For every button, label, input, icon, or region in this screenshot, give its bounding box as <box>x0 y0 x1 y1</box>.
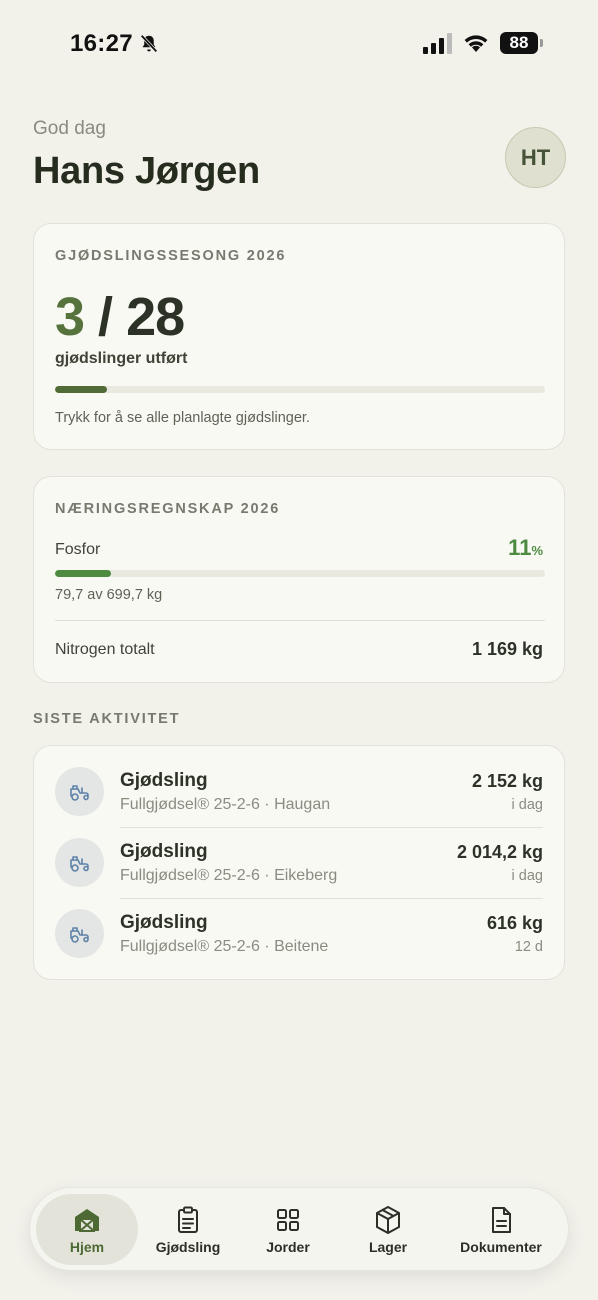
grid-icon <box>277 1209 299 1231</box>
nav-label: Dokumenter <box>460 1239 542 1255</box>
activity-time: i dag <box>511 868 543 884</box>
nitrogen-label: Nitrogen totalt <box>55 641 155 658</box>
divider <box>55 620 545 621</box>
activity-quantity: 2 014,2 kg <box>456 842 543 862</box>
bottom-nav: Hjem Gjødsling Jorder Lager Dokumenter <box>29 1187 569 1271</box>
percent-unit: % <box>531 543 543 558</box>
activity-subtitle: Fullgjødsel® 25-2-6 · Haugan <box>120 796 331 813</box>
phosphorus-progress-fill <box>55 570 111 577</box>
tractor-icon <box>55 838 104 887</box>
activity-subtitle: Fullgjødsel® 25-2-6 · Eikeberg <box>120 867 338 884</box>
nitrogen-value: 1 169 kg <box>471 639 543 659</box>
nav-label: Lager <box>368 1239 408 1255</box>
activity-time: 12 d <box>514 939 543 955</box>
status-bar: 16:27 88 <box>0 0 598 88</box>
bell-slash-icon <box>140 34 158 53</box>
season-progress-track <box>55 386 545 393</box>
user-name: Hans Jørgen <box>33 150 260 192</box>
battery-icon: 88 <box>500 32 544 54</box>
season-done-count: 3 <box>55 287 85 347</box>
activity-card: Gjødsling Fullgjødsel® 25-2-6 · Haugan 2… <box>33 745 565 980</box>
nav-label: Hjem <box>69 1239 105 1255</box>
tractor-icon <box>55 767 104 816</box>
activity-row[interactable]: Gjødsling Fullgjødsel® 25-2-6 · Beitene … <box>34 898 564 969</box>
phosphorus-percent: 11% <box>508 535 543 561</box>
season-separator: / <box>84 287 127 347</box>
season-total-count: 28 <box>126 287 185 347</box>
season-count: 3 / 28 <box>55 286 185 348</box>
activity-title: Gjødsling <box>120 912 208 933</box>
nutrient-title: NÆRINGSREGNSKAP 2026 <box>55 501 281 517</box>
nutrient-card[interactable]: NÆRINGSREGNSKAP 2026 Fosfor 11% 79,7 av … <box>33 476 565 683</box>
season-title: GJØDSLINGSSESONG 2026 <box>55 248 287 264</box>
phosphorus-progress-track <box>55 570 545 577</box>
battery-cap <box>540 39 543 47</box>
activity-quantity: 2 152 kg <box>471 771 543 791</box>
activity-row[interactable]: Gjødsling Fullgjødsel® 25-2-6 · Haugan 2… <box>34 746 564 817</box>
season-subtitle: gjødslinger utført <box>55 350 188 367</box>
status-time: 16:27 <box>70 30 133 57</box>
clipboard-icon <box>178 1206 198 1233</box>
season-hint: Trykk for å se alle planlagte gjødslinge… <box>55 410 310 426</box>
nav-item-dokumenter[interactable]: Dokumenter <box>438 1194 564 1265</box>
nav-label: Jorder <box>266 1239 310 1255</box>
activity-title: Gjødsling <box>120 770 208 791</box>
activity-title: Gjødsling <box>120 841 208 862</box>
document-icon <box>492 1207 511 1233</box>
nav-item-jorder[interactable]: Jorder <box>238 1194 338 1265</box>
greeting: God dag <box>33 118 106 139</box>
avatar[interactable]: HT <box>505 127 566 188</box>
nav-item-lager[interactable]: Lager <box>338 1194 438 1265</box>
nav-item-hjem[interactable]: Hjem <box>36 1194 138 1265</box>
wifi-icon <box>464 35 488 52</box>
phosphorus-percent-value: 11 <box>508 535 532 560</box>
activity-section-title: SISTE AKTIVITET <box>33 711 181 727</box>
season-progress-fill <box>55 386 108 393</box>
nav-item-gjodsling[interactable]: Gjødsling <box>138 1194 238 1265</box>
battery-level: 88 <box>500 32 538 54</box>
activity-row[interactable]: Gjødsling Fullgjødsel® 25-2-6 · Eikeberg… <box>34 827 564 898</box>
activity-subtitle: Fullgjødsel® 25-2-6 · Beitene <box>120 938 329 955</box>
tractor-icon <box>55 909 104 958</box>
nav-label: Gjødsling <box>155 1239 221 1255</box>
season-card[interactable]: GJØDSLINGSSESONG 2026 3 / 28 gjødslinger… <box>33 223 565 450</box>
box-icon <box>376 1206 400 1234</box>
signal-icon <box>423 33 452 54</box>
activity-quantity: 616 kg <box>486 913 543 933</box>
barn-icon <box>75 1209 99 1232</box>
phosphorus-amount: 79,7 av 699,7 kg <box>55 587 163 603</box>
activity-time: i dag <box>511 797 543 813</box>
phosphorus-label: Fosfor <box>55 541 101 558</box>
